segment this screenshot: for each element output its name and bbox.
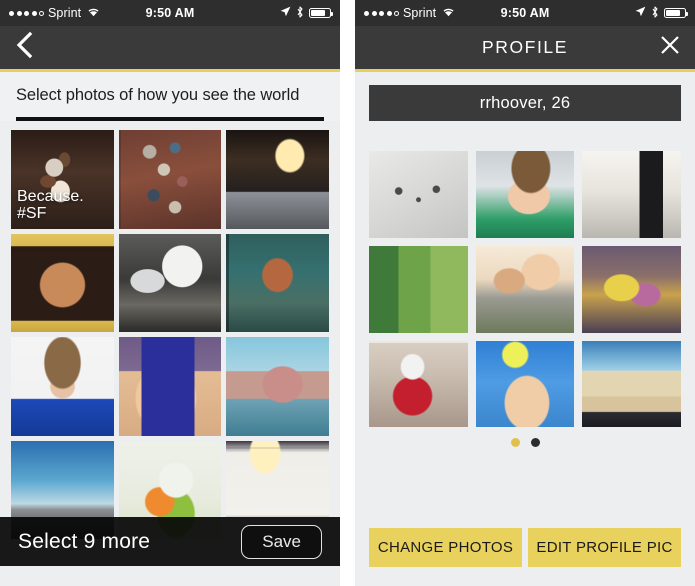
nav-bar-right: PROFILE [355,26,695,72]
photo-thumbnail [369,151,468,238]
battery-icon [664,8,688,18]
screenshot-stage: Sprint 9:50 AM Select photos of how you … [0,0,695,586]
change-photos-button[interactable]: CHANGE PHOTOS [369,528,522,567]
location-arrow-icon [280,6,291,20]
page-dot-2[interactable] [530,438,540,448]
photo-thumbnail [226,130,329,229]
nav-bar-left [0,26,340,72]
status-bar-left: Sprint 9:50 AM [0,0,340,26]
selection-action-bar: Select 9 more Save [0,517,340,566]
edit-profile-pic-button[interactable]: EDIT PROFILE PIC [528,528,681,567]
profile-photo-cell[interactable] [582,340,681,428]
back-chevron-icon[interactable] [14,31,34,64]
battery-icon [309,8,333,18]
wifi-icon [442,6,455,20]
photo-cell[interactable]: Because. #SF [11,130,114,229]
selection-count-label: Select 9 more [18,529,151,553]
profile-photo-cell[interactable] [475,151,575,238]
photo-cell[interactable] [118,337,222,436]
photo-thumbnail [11,337,114,436]
profile-photo-cell[interactable] [369,151,468,238]
screen-profile: Sprint 9:50 AM PROFILE rrhoover, 26 CHAN… [355,0,695,586]
status-bar-right: Sprint 9:50 AM [355,0,695,26]
status-bar-indicators [280,5,333,21]
photo-thumbnail [369,245,468,333]
location-arrow-icon [635,6,646,20]
page-dot-1[interactable] [510,438,520,448]
photo-thumbnail [475,245,575,333]
photo-thumbnail [226,337,329,436]
photo-thumbnail [118,233,222,333]
photo-thumbnail [369,340,468,428]
page-indicator [369,438,681,448]
profile-photo-grid [369,151,681,428]
status-bar-indicators [635,5,688,21]
photo-thumbnail [475,340,575,428]
profile-action-row: CHANGE PHOTOS EDIT PROFILE PIC [369,528,681,567]
status-bar-carrier-group: Sprint [364,6,455,20]
photo-thumbnail [475,151,575,238]
profile-photo-cell[interactable] [582,245,681,333]
profile-photo-cell[interactable] [475,340,575,428]
profile-photo-cell[interactable] [475,245,575,333]
screen-select-photos: Sprint 9:50 AM Select photos of how you … [0,0,340,586]
prompt-text: Select photos of how you see the world [16,86,300,104]
photo-caption: Because. #SF [17,188,84,223]
save-button[interactable]: Save [241,524,322,559]
photo-thumbnail [226,233,329,333]
photo-cell[interactable] [11,233,114,333]
status-bar-carrier-group: Sprint [9,6,100,20]
photo-cell[interactable] [118,130,222,229]
photo-thumbnail [582,151,681,238]
photo-cell[interactable] [226,233,329,333]
photo-cell[interactable] [226,130,329,229]
photo-cell[interactable] [226,337,329,436]
profile-photo-cell[interactable] [582,151,681,238]
photo-thumbnail [582,340,681,428]
photo-cell[interactable] [11,337,114,436]
prompt-divider [16,117,324,121]
carrier-label: Sprint [403,6,437,20]
username-bar: rrhoover, 26 [369,85,681,121]
profile-photo-cell[interactable] [369,340,468,428]
prompt-area: Select photos of how you see the world [0,72,340,121]
wifi-icon [87,6,100,20]
page-title: PROFILE [481,37,569,57]
photo-cell[interactable] [118,233,222,333]
close-x-icon[interactable] [659,34,681,61]
profile-photo-cell[interactable] [369,245,468,333]
profile-body: rrhoover, 26 CHANGE PHOTOS EDIT PROFILE … [355,85,695,586]
bluetooth-icon [296,5,304,21]
photo-thumbnail [582,245,681,333]
photo-thumbnail [11,233,114,333]
photo-thumbnail [118,337,222,436]
photo-grid-select: Because. #SF [0,130,340,540]
photo-thumbnail [118,130,222,229]
signal-strength-dots-icon [364,10,399,16]
bluetooth-icon [651,5,659,21]
carrier-label: Sprint [48,6,82,20]
signal-strength-dots-icon [9,10,44,16]
